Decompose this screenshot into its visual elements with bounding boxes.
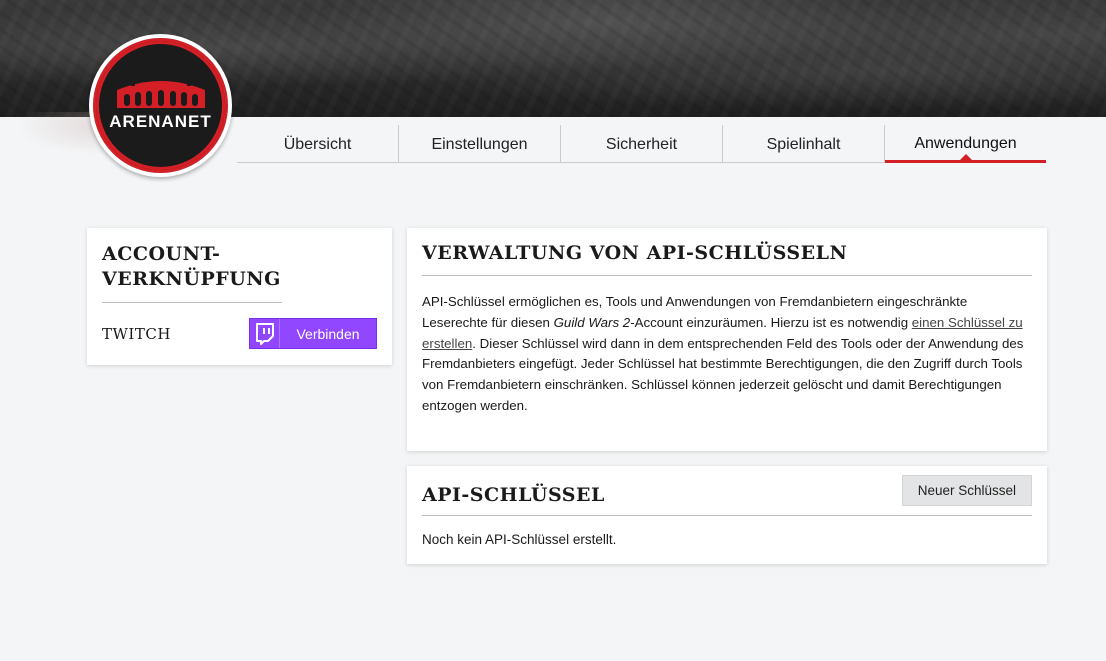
arenanet-logo[interactable]: ARENANET: [89, 34, 232, 177]
tab-label: Einstellungen: [431, 135, 528, 153]
logo-wordmark: ARENANET: [109, 111, 212, 131]
tab-game-content[interactable]: Spielinhalt: [723, 125, 885, 162]
account-link-card: Account-Verknüpfung TWITCH Verbinden: [87, 228, 392, 365]
twitch-connect-button[interactable]: Verbinden: [249, 318, 377, 349]
tab-label: Anwendungen: [914, 134, 1017, 152]
api-description: API-Schlüssel ermöglichen es, Tools und …: [422, 292, 1032, 417]
new-key-button[interactable]: Neuer Schlüssel: [901, 474, 1032, 506]
tab-security[interactable]: Sicherheit: [561, 125, 723, 162]
account-tabs: Übersicht Einstellungen Sicherheit Spiel…: [237, 125, 1046, 163]
twitch-connect-label: Verbinden: [296, 325, 360, 342]
tab-label: Spielinhalt: [766, 135, 841, 153]
active-tab-caret: [959, 154, 972, 160]
arena-icon: [116, 75, 205, 108]
account-link-title: Account-Verknüpfung: [102, 242, 282, 303]
api-keys-title: API-Schlüssel: [422, 484, 605, 506]
game-name: Guild Wars 2: [553, 314, 631, 330]
description-text: . Dieser Schlüssel wird dann in dem ents…: [422, 335, 1024, 413]
description-text: -Account einzuräumen. Hierzu ist es notw…: [630, 314, 912, 330]
tab-label: Übersicht: [283, 135, 352, 153]
tab-label: Sicherheit: [605, 135, 678, 153]
api-management-card: Verwaltung von API-Schlüsseln API-Schlüs…: [407, 228, 1047, 451]
tab-overview[interactable]: Übersicht: [237, 125, 399, 162]
empty-keys-message: Noch kein API-Schlüssel erstellt.: [422, 532, 617, 547]
tab-settings[interactable]: Einstellungen: [399, 125, 561, 162]
twitch-icon: [250, 319, 280, 348]
api-keys-card: API-Schlüssel Neuer Schlüssel Noch kein …: [407, 466, 1047, 564]
twitch-row: TWITCH Verbinden: [102, 318, 377, 349]
api-management-title: Verwaltung von API-Schlüsseln: [422, 242, 1032, 276]
twitch-label: TWITCH: [102, 324, 171, 343]
api-keys-header: API-Schlüssel Neuer Schlüssel: [422, 474, 1032, 516]
tab-applications[interactable]: Anwendungen: [885, 125, 1046, 163]
